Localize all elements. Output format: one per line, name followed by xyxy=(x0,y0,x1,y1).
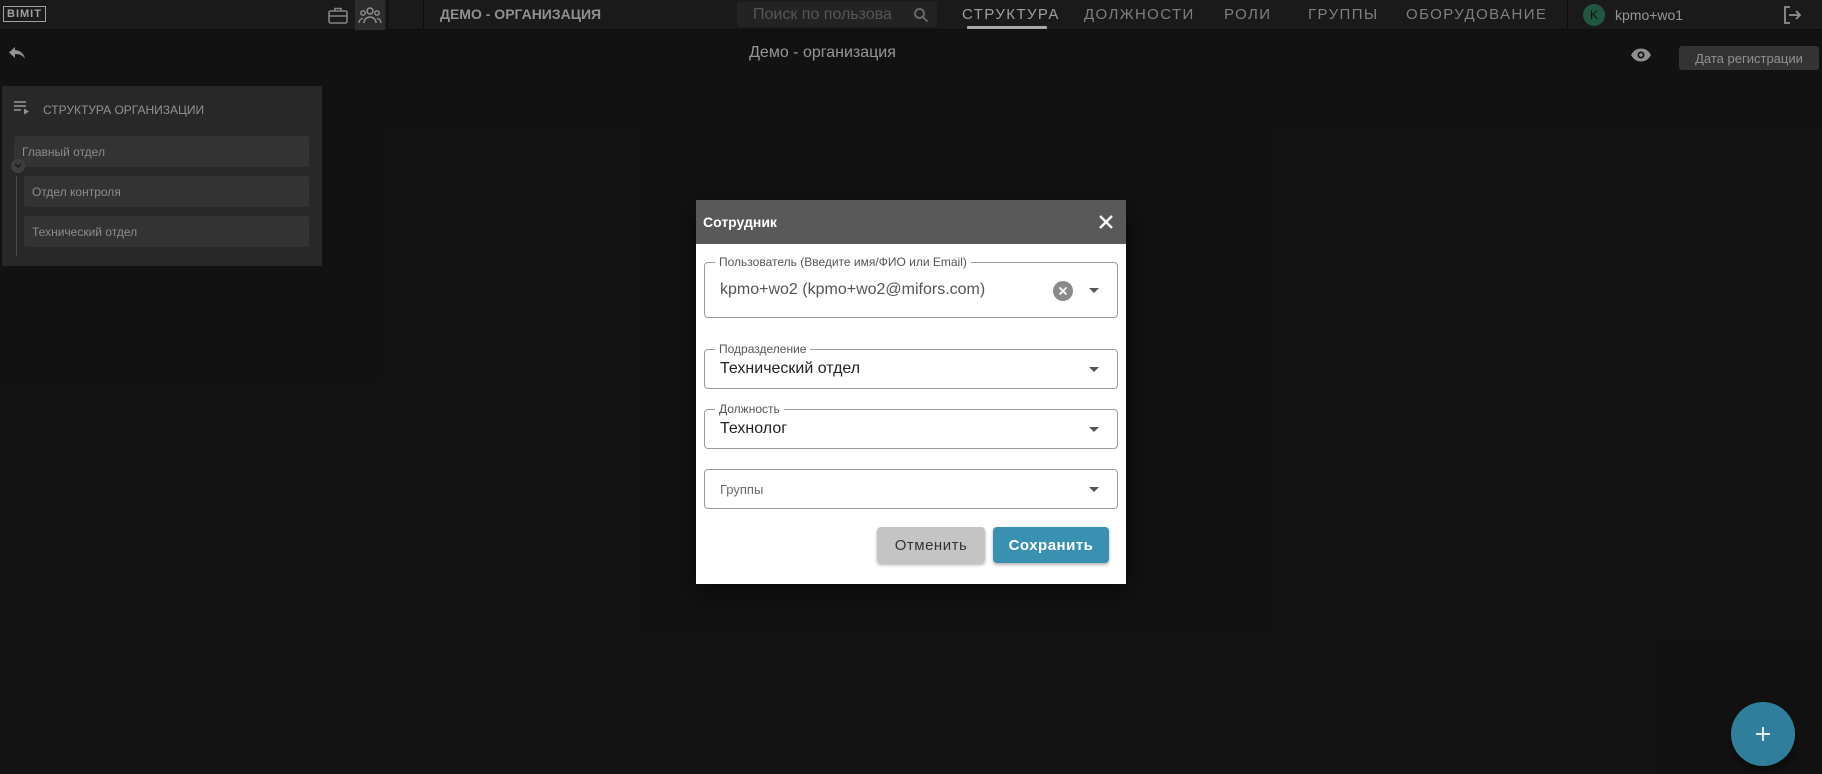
department-select[interactable]: Подразделение Технический отдел xyxy=(704,342,1118,389)
chevron-down-icon[interactable] xyxy=(1089,487,1099,492)
position-label: Должность xyxy=(715,402,784,416)
position-value: Технолог xyxy=(720,420,788,437)
add-button[interactable] xyxy=(1731,702,1795,766)
clear-icon[interactable] xyxy=(1053,281,1073,301)
chevron-down-icon[interactable] xyxy=(1089,367,1099,372)
chevron-down-icon[interactable] xyxy=(1089,288,1099,293)
user-field-value: kpmo+wo2 (kpmo+wo2@mifors.com) xyxy=(720,281,986,298)
employee-dialog: Сотрудник Пользователь (Введите имя/ФИО … xyxy=(696,200,1126,584)
plus-icon xyxy=(1756,727,1770,741)
department-label: Подразделение xyxy=(715,342,811,356)
groups-select[interactable]: Группы xyxy=(704,469,1118,509)
position-select[interactable]: Должность Технолог xyxy=(704,402,1118,449)
groups-placeholder: Группы xyxy=(720,482,764,497)
user-field[interactable]: Пользователь (Введите имя/ФИО или Email)… xyxy=(704,255,1118,318)
close-icon[interactable] xyxy=(1094,210,1118,234)
chevron-down-icon[interactable] xyxy=(1089,427,1099,432)
dialog-title: Сотрудник xyxy=(703,214,777,230)
dialog-header: Сотрудник xyxy=(696,200,1126,244)
user-field-label: Пользователь (Введите имя/ФИО или Email) xyxy=(715,255,971,269)
department-value: Технический отдел xyxy=(720,360,861,377)
save-button[interactable]: Сохранить xyxy=(993,527,1109,563)
cancel-button[interactable]: Отменить xyxy=(877,527,985,563)
